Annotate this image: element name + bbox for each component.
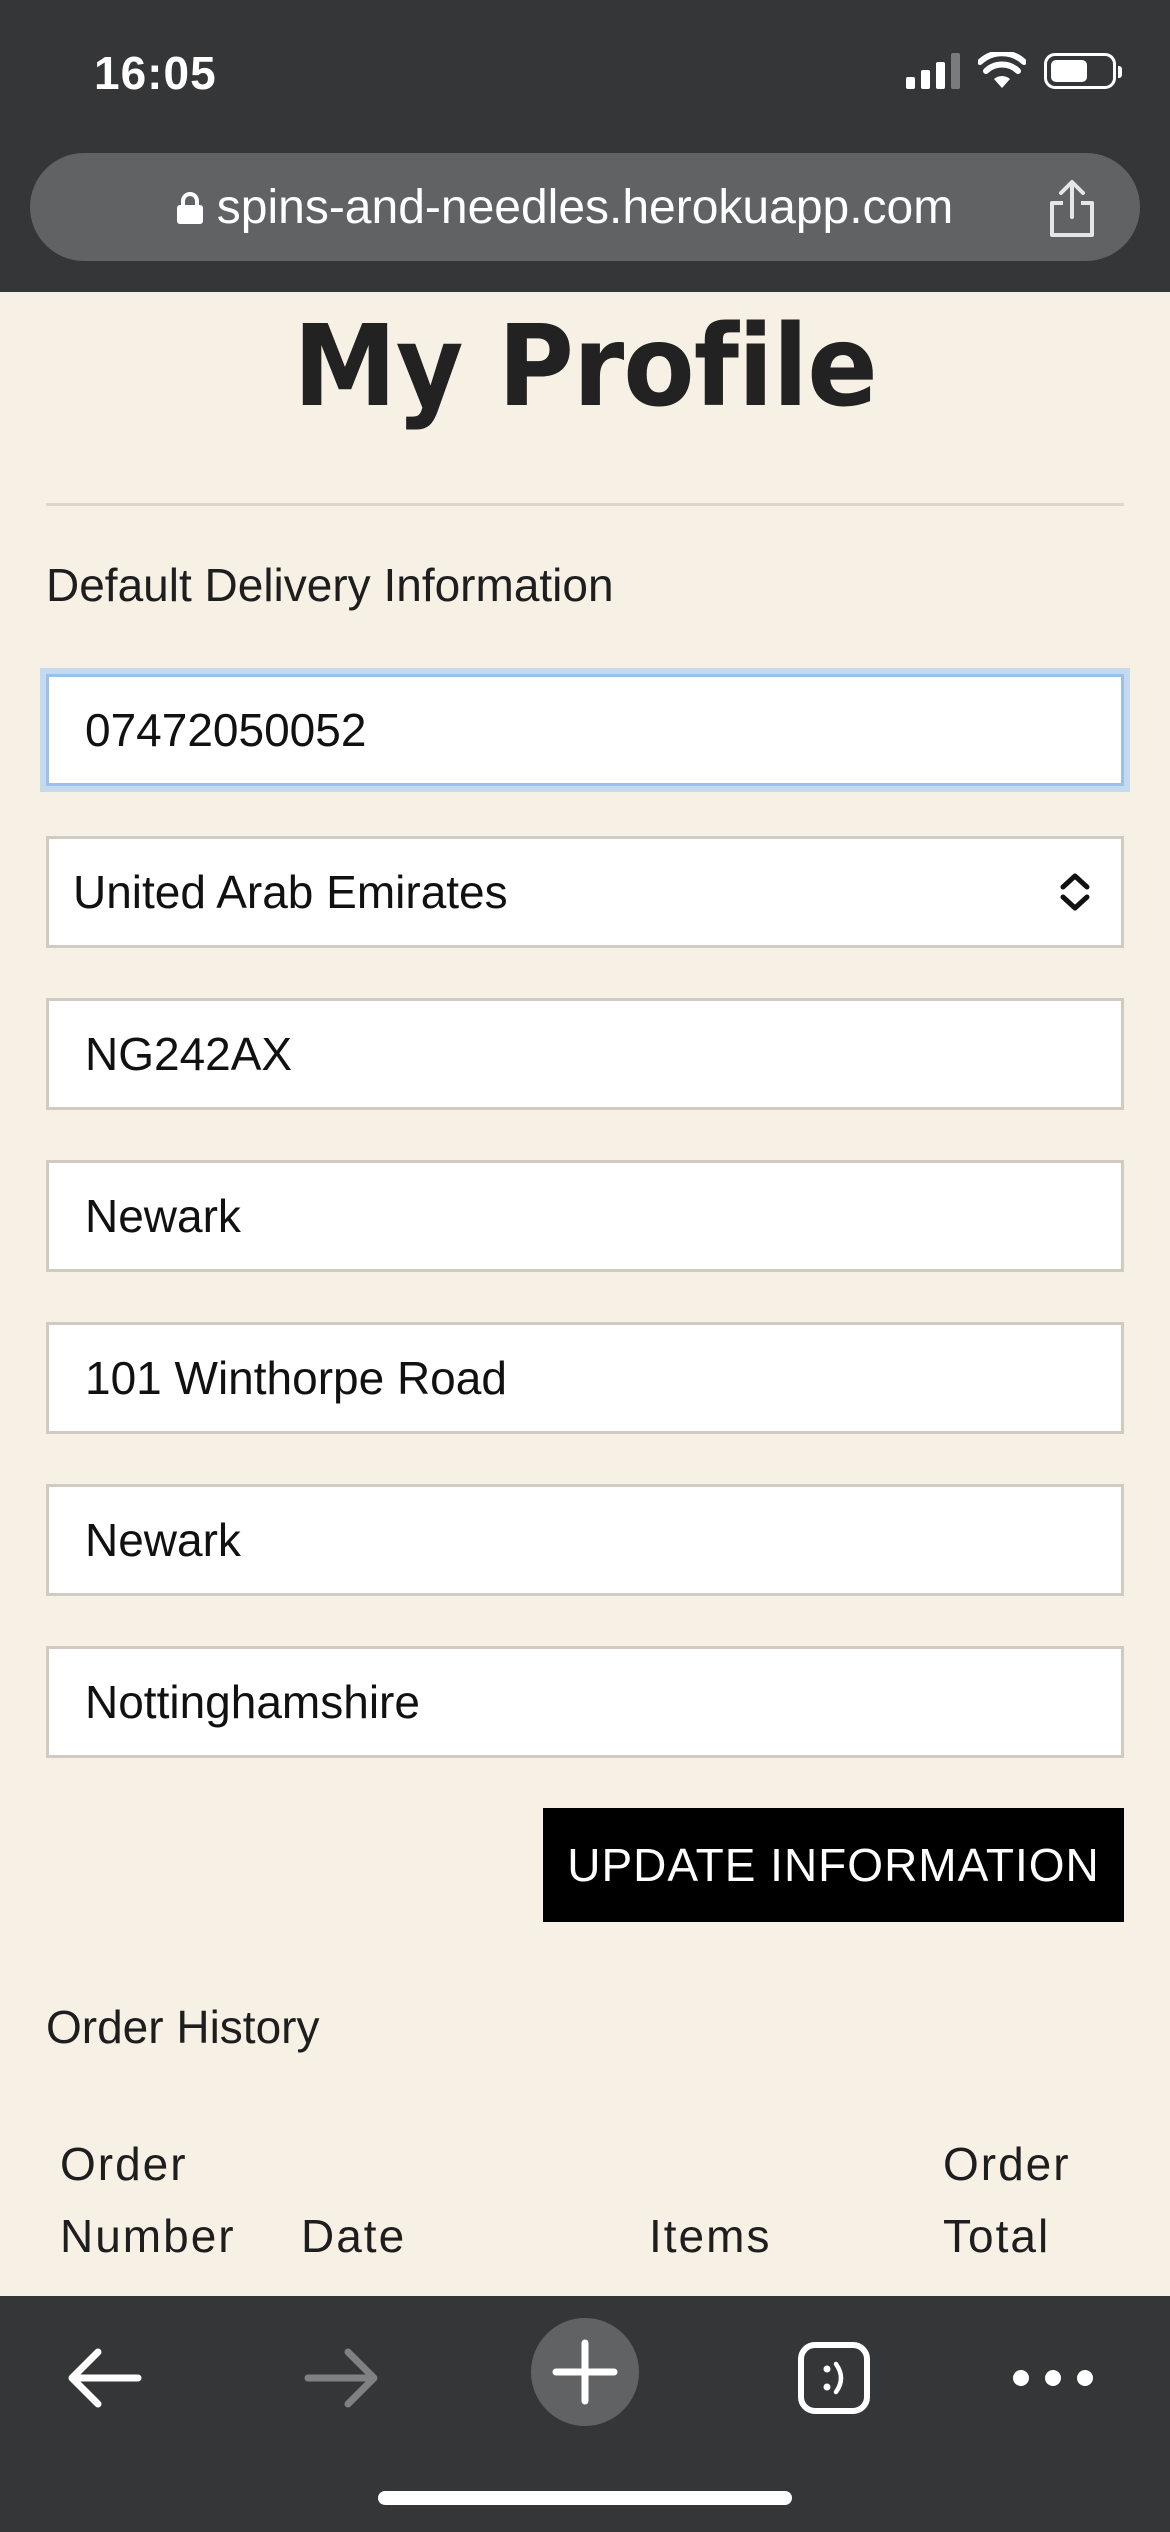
more-dots-icon <box>1013 2370 1093 2386</box>
order-history-label: Order History <box>46 2001 320 2053</box>
cellular-signal-icon <box>906 53 960 89</box>
plus-icon <box>552 2339 618 2405</box>
back-button[interactable] <box>54 2330 154 2426</box>
address-bar[interactable]: spins-and-needles.herokuapp.com <box>30 153 1140 261</box>
battery-icon <box>1044 53 1122 89</box>
lock-icon <box>176 192 203 224</box>
wifi-icon <box>978 52 1026 88</box>
country-select-value: United Arab Emirates <box>73 866 508 918</box>
divider <box>46 503 1124 506</box>
street-address-input[interactable]: 101 Winthorpe Road <box>46 1322 1124 1434</box>
chevron-up-down-icon <box>1060 873 1090 911</box>
tab-switcher-button[interactable] <box>784 2330 884 2426</box>
phone-number-input[interactable]: 07472050052 <box>46 674 1124 786</box>
home-indicator[interactable] <box>378 2491 792 2505</box>
tabs-smiley-icon <box>798 2342 870 2414</box>
forward-button[interactable] <box>292 2330 392 2426</box>
page-title: My Profile <box>293 300 878 432</box>
arrow-left-icon <box>68 2348 142 2408</box>
url-text: spins-and-needles.herokuapp.com <box>216 180 954 234</box>
country-select[interactable]: United Arab Emirates <box>46 836 1124 948</box>
street-address-2-input[interactable]: Newark <box>46 1484 1124 1596</box>
town-input[interactable]: Newark <box>46 1160 1124 1272</box>
share-icon[interactable] <box>1046 179 1098 239</box>
status-icons <box>906 52 1122 90</box>
order-total-header: Order Total <box>943 2138 1071 2262</box>
items-header: Items <box>649 2210 772 2262</box>
order-number-header: Order Number <box>60 2138 236 2262</box>
update-information-button[interactable]: UPDATE INFORMATION <box>543 1808 1124 1922</box>
browser-top-chrome: 16:05 spins-and-needles.herokuapp.com <box>0 0 1170 292</box>
more-menu-button[interactable] <box>1003 2330 1103 2426</box>
order-history-table-header: Order Number Date Items Order Total <box>60 2128 1120 2288</box>
delivery-section-label: Default Delivery Information <box>46 559 614 611</box>
date-header: Date <box>301 2210 407 2262</box>
status-time: 16:05 <box>94 47 217 99</box>
arrow-right-icon <box>304 2348 378 2408</box>
new-tab-button[interactable] <box>531 2318 639 2426</box>
postcode-input[interactable]: NG242AX <box>46 998 1124 1110</box>
county-input[interactable]: Nottinghamshire <box>46 1646 1124 1758</box>
